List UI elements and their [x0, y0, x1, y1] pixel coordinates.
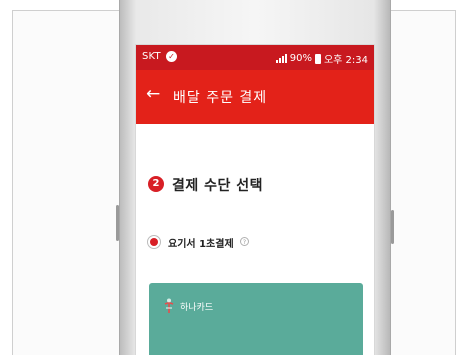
carrier-label: SKT — [142, 51, 161, 62]
phone-volume-button — [116, 205, 119, 241]
card-name: 하나카드 — [180, 303, 214, 313]
back-arrow-icon[interactable]: ← — [146, 84, 160, 104]
app-bar: ← 배달 주문 결제 — [136, 70, 374, 124]
phone-power-button — [391, 210, 394, 244]
help-icon[interactable]: ? — [240, 237, 249, 246]
section-title: 결제 수단 선택 — [172, 178, 264, 194]
payment-method-radio[interactable] — [147, 235, 161, 249]
signal-icon — [275, 54, 287, 63]
step-number-badge: 2 — [148, 176, 164, 192]
payment-card[interactable]: 하나카드 — [149, 283, 363, 355]
status-time: 오후 2:34 — [323, 55, 368, 66]
status-right: 90% 오후 2:34 — [275, 51, 368, 66]
status-bar: SKT ✓ 90% 오후 2:34 — [136, 45, 374, 70]
payment-method-label[interactable]: 요기서 1초결제 — [168, 235, 234, 250]
page-title: 배달 주문 결제 — [173, 90, 268, 106]
carrier-icon: ✓ — [166, 51, 177, 62]
phone-screen: SKT ✓ 90% 오후 2:34 ← 배달 주문 결제 2 결제 수단 선택 … — [136, 45, 374, 355]
hana-card-logo-icon — [164, 298, 174, 313]
battery-percent: 90% — [289, 53, 312, 64]
battery-icon — [314, 53, 321, 64]
